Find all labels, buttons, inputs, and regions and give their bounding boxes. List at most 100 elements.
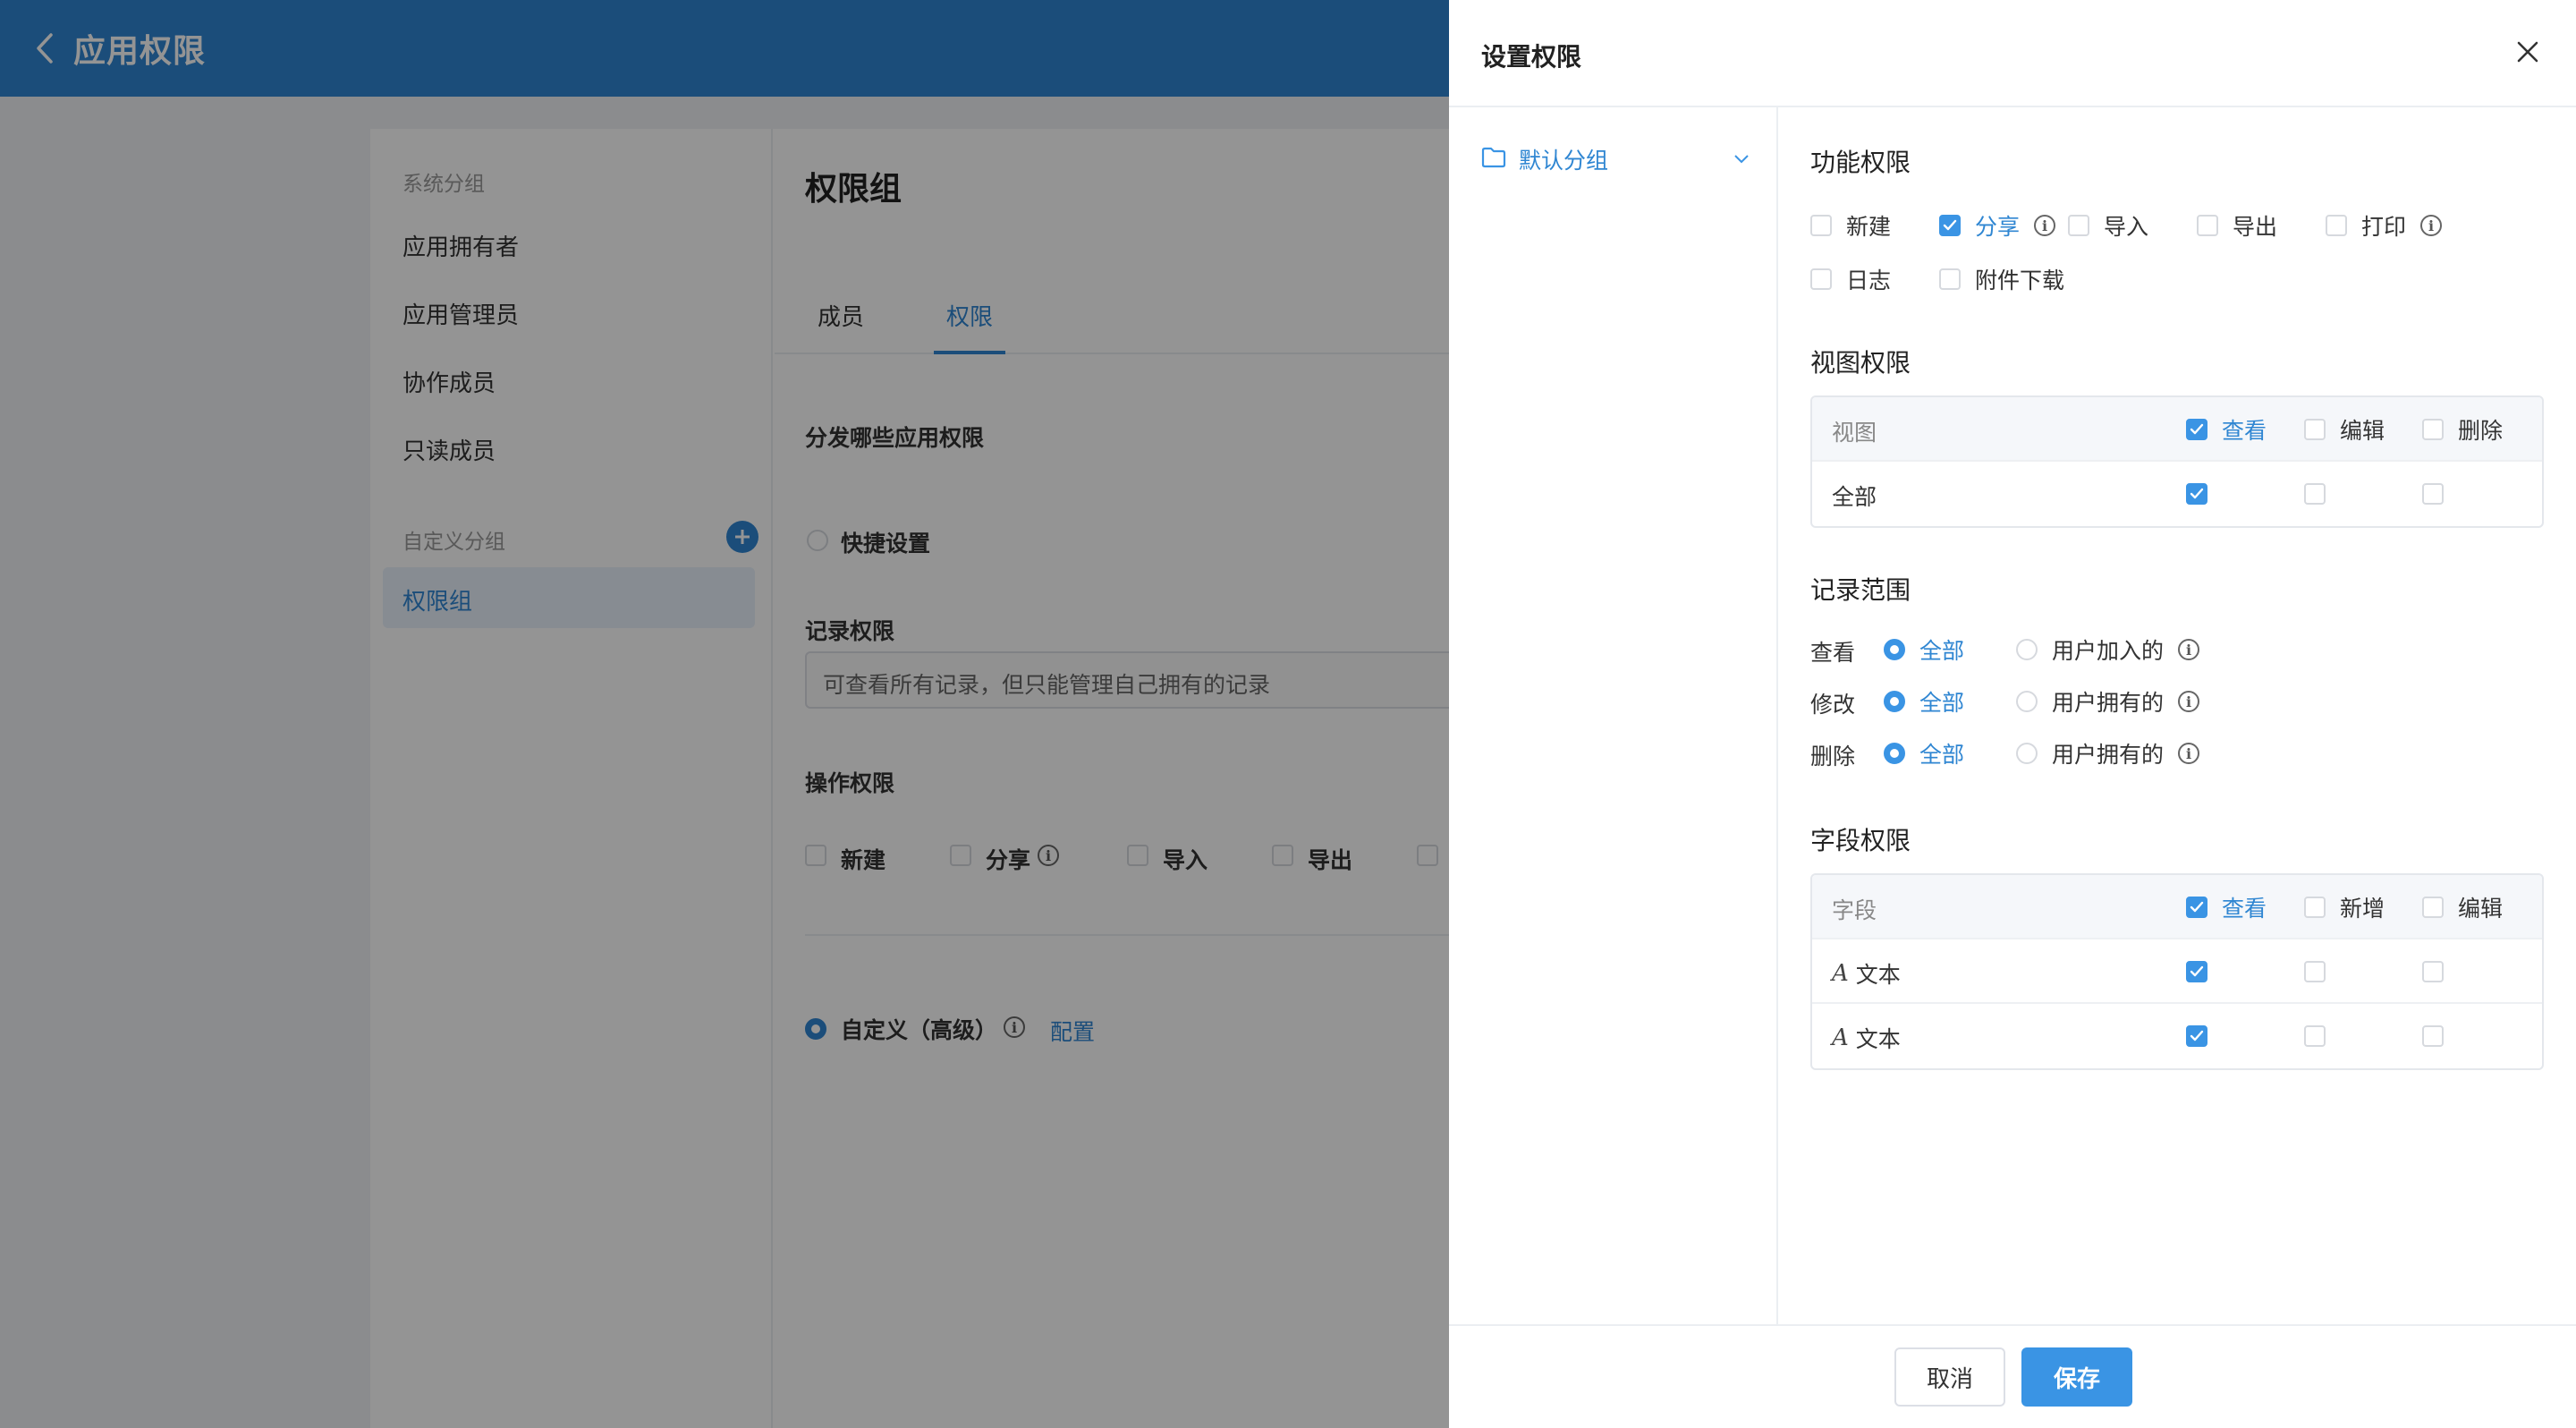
column-toggle[interactable]: 查看 (2186, 893, 2267, 922)
checkbox[interactable] (2304, 961, 2326, 982)
feature-checkbox-item[interactable]: 导出 (2197, 211, 2277, 240)
range-label: 修改 (1810, 692, 1856, 718)
info-icon[interactable]: i (2034, 215, 2056, 236)
checkbox[interactable] (2186, 483, 2207, 505)
field-permission-table: 字段 查看 新增 编辑 A 文本 A 文本 (1810, 873, 2544, 1070)
range-label: 查看 (1810, 640, 1856, 666)
column-toggle[interactable]: 编辑 (2422, 893, 2503, 922)
checkbox[interactable] (1810, 268, 1832, 290)
checkbox[interactable] (2186, 897, 2207, 918)
checkbox[interactable] (2186, 419, 2207, 440)
info-icon[interactable]: i (2178, 691, 2200, 712)
save-button[interactable]: 保存 (2021, 1347, 2132, 1407)
range-all-radio[interactable]: 全部 (1884, 685, 1964, 718)
range-row: 查看 全部 用户加入的 i (1810, 633, 2544, 666)
drawer-sidebar: 默认分组 (1449, 107, 1778, 1324)
column-toggle[interactable]: 删除 (2422, 415, 2503, 444)
radio-dot[interactable] (1884, 691, 1905, 712)
table-header: 字段 查看 新增 编辑 (1812, 875, 2542, 939)
radio-label: 用户拥有的 (2052, 742, 2165, 768)
checkbox[interactable] (2422, 419, 2444, 440)
row-name-cell: 全部 (1832, 480, 1877, 512)
row-name: 文本 (1855, 1026, 1901, 1052)
checkbox[interactable] (2422, 961, 2444, 982)
range-label: 删除 (1810, 744, 1856, 769)
checkbox[interactable] (2186, 1025, 2207, 1047)
folder-label: 默认分组 (1519, 148, 1609, 174)
header-label: 视图 (1832, 420, 1877, 446)
checkbox[interactable] (2068, 215, 2089, 236)
folder-item-default[interactable]: 默认分组 (1481, 140, 1750, 179)
feature-checkbox-item[interactable]: 新建 (1810, 211, 1891, 240)
checkbox[interactable] (2304, 1025, 2326, 1047)
feature-label: 日志 (1846, 268, 1892, 293)
range-own-radio[interactable]: 用户拥有的 i (2016, 737, 2200, 769)
column-toggle[interactable]: 编辑 (2304, 415, 2385, 444)
field-title: 字段权限 (1810, 826, 1911, 855)
range-own-radio[interactable]: 用户拥有的 i (2016, 685, 2200, 718)
checkbox[interactable] (2422, 897, 2444, 918)
cell-checkbox[interactable] (2422, 480, 2444, 508)
range-title: 记录范围 (1810, 575, 1911, 605)
text-field-icon: A (1832, 960, 1849, 987)
radio-dot[interactable] (1884, 639, 1905, 660)
cell-checkbox[interactable] (2186, 957, 2207, 986)
checkbox[interactable] (2197, 215, 2218, 236)
feature-checkbox-item[interactable]: 打印 i (2326, 211, 2443, 240)
checkbox[interactable] (2304, 483, 2326, 505)
feature-label: 新建 (1846, 214, 1892, 240)
checkbox[interactable] (1939, 215, 1961, 236)
chevron-down-icon (1733, 151, 1750, 168)
column-label: 编辑 (2340, 418, 2385, 444)
checkbox[interactable] (2422, 483, 2444, 505)
checkbox[interactable] (1939, 268, 1961, 290)
cell-checkbox[interactable] (2304, 1022, 2326, 1050)
checkbox[interactable] (2304, 897, 2326, 918)
checkbox[interactable] (2186, 961, 2207, 982)
feature-label: 附件下载 (1975, 268, 2065, 293)
radio-dot[interactable] (2016, 691, 2038, 712)
drawer-title: 设置权限 (1481, 42, 1582, 72)
table-row: A 文本 (1812, 1004, 2542, 1068)
drawer-header: 设置权限 (1449, 0, 2576, 107)
column-toggle[interactable]: 新增 (2304, 893, 2385, 922)
cell-checkbox[interactable] (2186, 1022, 2207, 1050)
feature-checkbox-item[interactable]: 附件下载 (1939, 265, 2064, 293)
column-toggle[interactable]: 查看 (2186, 415, 2267, 444)
radio-label: 全部 (1919, 638, 1965, 664)
checkbox[interactable] (2422, 1025, 2444, 1047)
checkbox[interactable] (2326, 215, 2347, 236)
range-own-radio[interactable]: 用户加入的 i (2016, 633, 2200, 666)
view-title: 视图权限 (1810, 348, 1911, 378)
range-row: 修改 全部 用户拥有的 i (1810, 685, 2544, 718)
checkbox[interactable] (1810, 215, 1832, 236)
cell-checkbox[interactable] (2304, 480, 2326, 508)
info-icon[interactable]: i (2178, 743, 2200, 764)
range-all-radio[interactable]: 全部 (1884, 633, 1964, 666)
row-name-cell: A 文本 (1832, 957, 1901, 990)
radio-dot[interactable] (2016, 639, 2038, 660)
info-icon[interactable]: i (2420, 215, 2443, 236)
cancel-button[interactable]: 取消 (1894, 1347, 2005, 1407)
radio-label: 全部 (1919, 690, 1965, 716)
table-row: A 文本 (1812, 939, 2542, 1004)
cell-checkbox[interactable] (2422, 1022, 2444, 1050)
feature-label: 分享 (1975, 214, 2021, 240)
close-icon[interactable] (2510, 34, 2546, 70)
feature-checkbox-item[interactable]: 日志 (1810, 265, 1891, 293)
feature-checkbox-item[interactable]: 分享 i (1939, 211, 2056, 240)
cell-checkbox[interactable] (2422, 957, 2444, 986)
feature-checkbox-item[interactable]: 导入 (2068, 211, 2148, 240)
table-row: 全部 (1812, 462, 2542, 526)
text-field-icon: A (1832, 1024, 1849, 1051)
range-row: 删除 全部 用户拥有的 i (1810, 737, 2544, 769)
cell-checkbox[interactable] (2304, 957, 2326, 986)
cell-checkbox[interactable] (2186, 480, 2207, 508)
radio-dot[interactable] (2016, 743, 2038, 764)
info-icon[interactable]: i (2178, 639, 2200, 660)
checkbox[interactable] (2304, 419, 2326, 440)
radio-dot[interactable] (1884, 743, 1905, 764)
header-label: 字段 (1832, 897, 1877, 923)
row-name: 全部 (1832, 484, 1877, 510)
range-all-radio[interactable]: 全部 (1884, 737, 1964, 769)
